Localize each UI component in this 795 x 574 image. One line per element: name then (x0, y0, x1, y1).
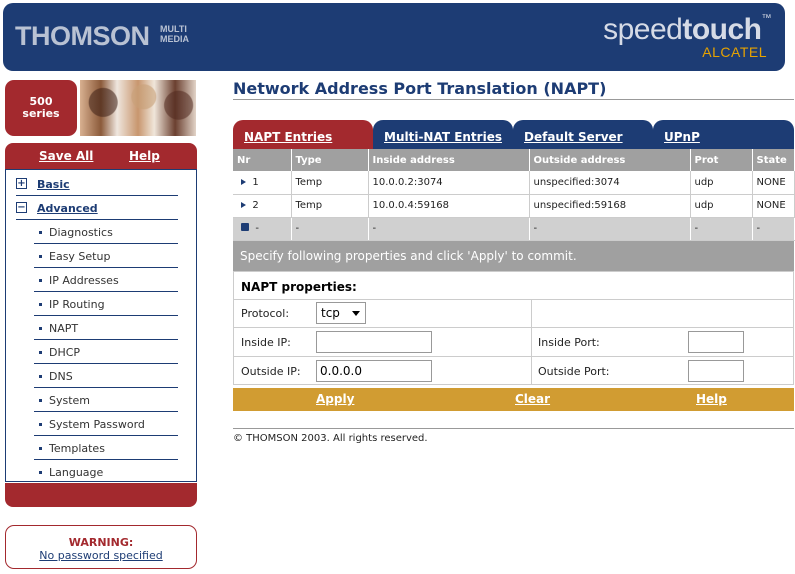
sidebar-item-system[interactable]: System (34, 388, 178, 412)
people-photo (80, 80, 196, 136)
tab-upnp[interactable]: UPnP (653, 120, 794, 149)
tab-multi-nat-entries[interactable]: Multi-NAT Entries (373, 120, 513, 149)
sidebar-item-system-password[interactable]: System Password (34, 412, 178, 436)
no-password-link[interactable]: No password specified (6, 549, 196, 562)
thomson-multimedia-label: MULTI MEDIA (160, 24, 189, 44)
col-prot: Prot (690, 149, 753, 171)
inside-port-label: Inside Port: (538, 336, 600, 349)
speedtouch-logo: speedtouch™ (603, 13, 771, 46)
inside-row: Inside IP: Inside Port: (234, 327, 793, 356)
plus-icon[interactable]: + (16, 178, 27, 189)
sidebar-item-ip-routing[interactable]: IP Routing (34, 292, 178, 316)
outside-ip-input[interactable]: 0.0.0.0 (316, 360, 432, 382)
sidebar-help-link[interactable]: Help (129, 149, 160, 163)
sidebar-item-diagnostics[interactable]: Diagnostics (34, 220, 178, 244)
sidebar-item-dhcp[interactable]: DHCP (34, 340, 178, 364)
outside-port-input[interactable] (688, 360, 744, 382)
alcatel-label: ALCATEL (702, 44, 767, 60)
save-all-link[interactable]: Save All (39, 149, 93, 163)
sidebar-item-dns[interactable]: DNS (34, 364, 178, 388)
outside-row: Outside IP: 0.0.0.0 Outside Port: (234, 356, 793, 385)
napt-table: Nr Type Inside address Outside address P… (233, 149, 795, 241)
col-outside-address: Outside address (529, 149, 691, 171)
minus-icon[interactable]: − (16, 202, 27, 213)
sidebar-nav: + Basic − Advanced Diagnostics Easy Setu… (5, 169, 197, 482)
napt-properties-form: NAPT properties: Protocol: tcp Inside IP… (233, 271, 794, 385)
warning-box: WARNING: No password specified (5, 525, 197, 569)
sidebar-item-easy-setup[interactable]: Easy Setup (34, 244, 178, 268)
series-badge: 500 series (5, 80, 77, 136)
help-button[interactable]: Help (696, 392, 727, 406)
sidebar-item-advanced[interactable]: − Advanced (16, 196, 178, 220)
outside-ip-label: Outside IP: (241, 365, 301, 378)
table-row[interactable]: 2 Temp 10.0.0.4:59168 unspecified:59168 … (233, 194, 795, 218)
footer-divider (233, 428, 794, 429)
table-header-row: Nr Type Inside address Outside address P… (233, 149, 795, 171)
sidebar-item-language[interactable]: Language (34, 460, 178, 484)
row-arrow-icon[interactable] (241, 202, 246, 208)
inside-ip-input[interactable] (316, 331, 432, 353)
inside-port-input[interactable] (688, 331, 744, 353)
table-row[interactable]: 1 Temp 10.0.0.2:3074 unspecified:3074 ud… (233, 171, 795, 195)
header-banner: THOMSON MULTI MEDIA speedtouch™ ALCATEL (3, 3, 785, 71)
thomson-logo: THOMSON (15, 21, 150, 51)
outside-port-label: Outside Port: (538, 365, 610, 378)
new-entry-icon[interactable] (241, 223, 249, 231)
inside-ip-label: Inside IP: (241, 336, 291, 349)
title-divider (233, 99, 794, 100)
protocol-row: Protocol: tcp (234, 299, 793, 327)
sidebar-item-ip-addresses[interactable]: IP Addresses (34, 268, 178, 292)
protocol-label: Protocol: (241, 307, 290, 320)
col-nr: Nr (233, 149, 292, 171)
clear-button[interactable]: Clear (515, 392, 550, 406)
apply-button[interactable]: Apply (316, 392, 354, 406)
sidebar-item-templates[interactable]: Templates (34, 436, 178, 460)
sidebar-bottom-bar (5, 483, 197, 507)
instruction-text: Specify following properties and click '… (233, 241, 794, 271)
new-entry-row[interactable]: - - - - - - (233, 217, 795, 241)
chevron-down-icon[interactable] (352, 311, 360, 316)
col-state: State (752, 149, 795, 171)
col-inside-address: Inside address (368, 149, 530, 171)
action-bar: Apply Clear Help (233, 388, 794, 411)
tab-bar: NAPT Entries Multi-NAT Entries Default S… (233, 120, 794, 149)
properties-title: NAPT properties: (241, 280, 357, 294)
page-title: Network Address Port Translation (NAPT) (233, 79, 607, 98)
tab-napt-entries[interactable]: NAPT Entries (233, 120, 373, 149)
sidebar-item-napt[interactable]: NAPT (34, 316, 178, 340)
col-type: Type (291, 149, 369, 171)
protocol-select[interactable]: tcp (316, 302, 366, 324)
copyright-text: © THOMSON 2003. All rights reserved. (233, 433, 428, 444)
row-arrow-icon[interactable] (241, 178, 246, 185)
tab-default-server[interactable]: Default Server (513, 120, 653, 149)
sidebar-item-basic[interactable]: + Basic (16, 172, 178, 196)
sidebar-top-bar: Save All Help (5, 143, 197, 169)
warning-title: WARNING: (68, 536, 134, 549)
